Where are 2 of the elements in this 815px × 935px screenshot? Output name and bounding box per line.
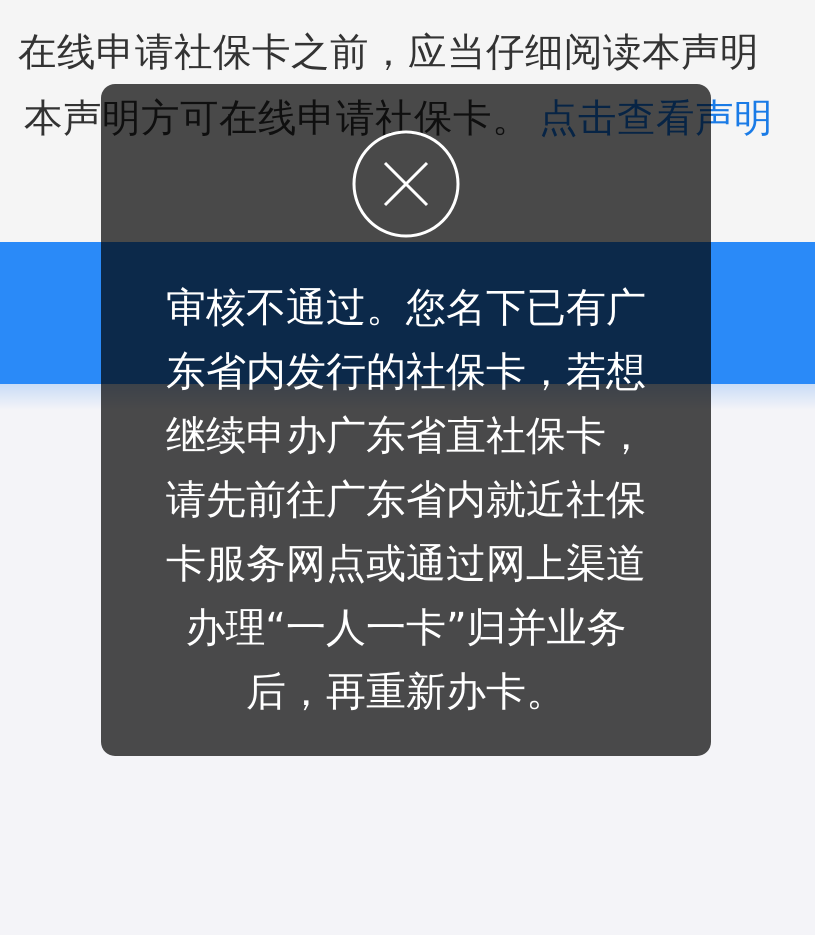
statement-text: 在线申请社保卡之前，应当仔细阅读本声明 [18,29,760,77]
toast-message: 审核不通过。您名下已有广东省内发行的社保卡，若想继续申办广东省直社保卡，请先前往广东省内就近社保卡服务网点或通过网上渠道办理“一人一卡”归并业务后，再重新办卡。 [165,284,647,717]
